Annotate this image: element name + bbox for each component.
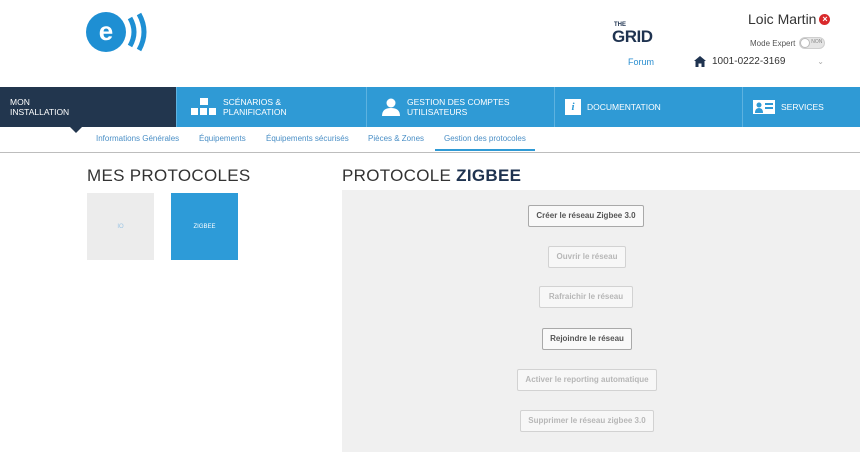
home-icon [694, 55, 706, 67]
protocols-title: MES PROTOCOLES [87, 166, 251, 185]
the-grid-logo[interactable]: THE GRID [606, 22, 676, 48]
user-menu[interactable]: Loic Martin × [748, 11, 831, 27]
installation-id: 1001-0222-3169 [712, 55, 786, 67]
sub-nav: Informations Générales Équipements Équip… [0, 127, 860, 153]
create-network-button[interactable]: Créer le réseau Zigbee 3.0 [528, 205, 644, 227]
info-icon: i [565, 99, 581, 115]
protocol-actions-panel: Créer le réseau Zigbee 3.0 Ouvrir le rés… [342, 190, 860, 452]
subnav-informations-generales[interactable]: Informations Générales [96, 134, 179, 143]
nav-label: SERVICES [781, 102, 824, 112]
nav-label: DOCUMENTATION [587, 102, 661, 112]
nav-label-line2: INSTALLATION [10, 107, 70, 117]
nav-label-line1: GESTION DES COMPTES [407, 97, 510, 107]
grid-logo-big: GRID [612, 27, 653, 46]
nav-gestion-comptes[interactable]: GESTION DES COMPTES UTILISATEURS [366, 87, 554, 127]
mode-expert: Mode Expert NON [750, 37, 826, 49]
mode-expert-toggle[interactable]: NON [799, 37, 826, 49]
services-icon [753, 100, 775, 114]
nav-label-line1: MON [10, 97, 30, 107]
active-tab-indicator [435, 149, 535, 151]
protocol-title-name: ZIGBEE [456, 166, 522, 185]
nav-scenarios[interactable]: SCÉNARIOS & PLANIFICATION [176, 87, 366, 127]
delete-network-button[interactable]: Supprimer le réseau zigbee 3.0 [520, 410, 654, 432]
nav-label-line2: UTILISATEURS [407, 107, 468, 117]
forum-link[interactable]: Forum [628, 57, 654, 67]
nav-label-line1: SCÉNARIOS & [223, 97, 282, 107]
protocol-tile-zigbee[interactable]: ZIGBEE [171, 193, 238, 260]
subnav-pieces-zones[interactable]: Pièces & Zones [368, 134, 424, 143]
nav-mon-installation[interactable]: MON INSTALLATION [0, 87, 176, 133]
installation-selector[interactable]: 1001-0222-3169 ⌄ [694, 52, 824, 70]
nav-label-line2: PLANIFICATION [223, 107, 287, 117]
activate-reporting-button[interactable]: Activer le reporting automatique [517, 369, 657, 391]
toggle-text: NON [811, 39, 823, 45]
user-name: Loic Martin [748, 11, 817, 27]
mode-expert-label: Mode Expert [750, 38, 796, 48]
toggle-knob [800, 38, 811, 48]
subnav-equipements[interactable]: Équipements [199, 134, 246, 143]
refresh-network-button[interactable]: Rafraichir le réseau [539, 286, 633, 308]
nav-services[interactable]: SERVICES [742, 87, 860, 127]
scenario-blocks-icon [191, 98, 216, 115]
protocol-tile-label: IO [117, 223, 124, 230]
subnav-equipements-securises[interactable]: Équipements sécurisés [266, 134, 349, 143]
main-nav: MON INSTALLATION SCÉNARIOS & PLANIFICATI… [0, 87, 860, 133]
brand-logo[interactable]: e [84, 8, 154, 56]
subnav-gestion-protocoles[interactable]: Gestion des protocoles [444, 134, 526, 143]
user-icon [382, 98, 400, 116]
chevron-down-icon: ⌄ [817, 56, 824, 66]
protocol-tile-io[interactable]: IO [87, 193, 154, 260]
logo-letter: e [99, 16, 113, 46]
logout-icon[interactable]: × [819, 13, 831, 25]
nav-documentation[interactable]: i DOCUMENTATION [554, 87, 742, 127]
protocol-tile-label: ZIGBEE [193, 223, 216, 230]
open-network-button[interactable]: Ouvrir le réseau [548, 246, 626, 268]
protocol-title-prefix: PROTOCOLE [342, 166, 452, 185]
join-network-button[interactable]: Rejoindre le réseau [542, 328, 632, 350]
protocol-title: PROTOCOLE ZIGBEE [342, 166, 521, 186]
